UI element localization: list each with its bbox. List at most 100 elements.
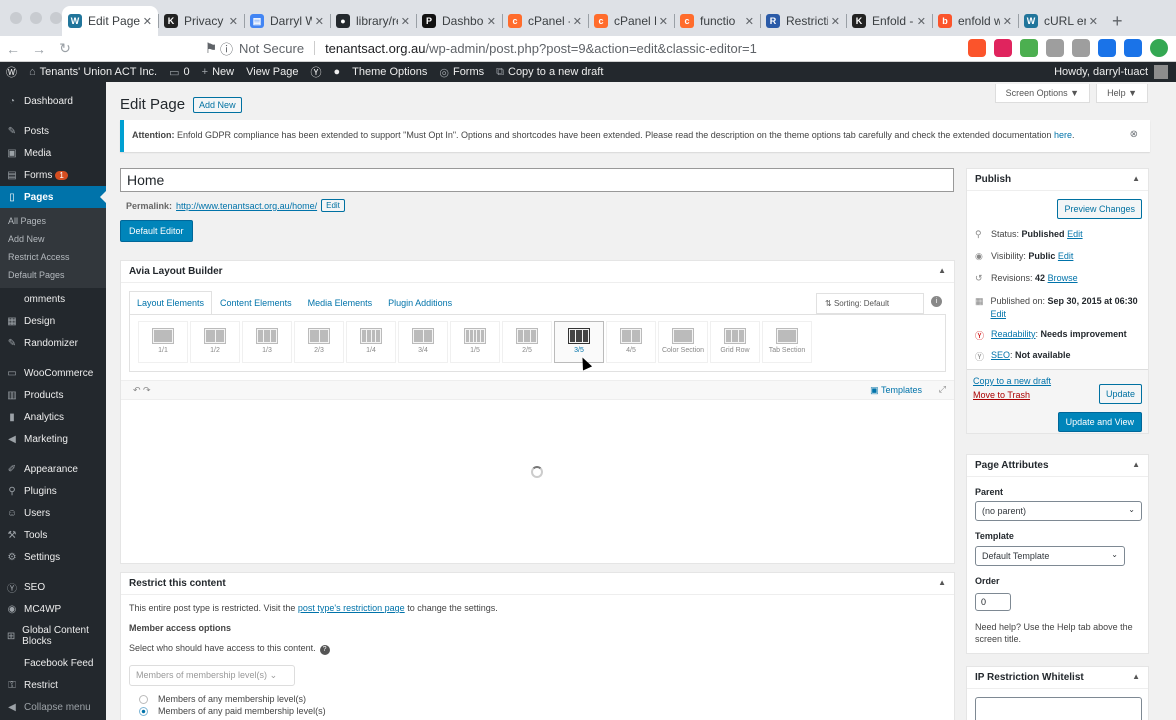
sidebar-item-analytics[interactable]: ▮ Analytics bbox=[0, 406, 106, 428]
publish-header[interactable]: Publish ▲ bbox=[967, 169, 1148, 191]
layout-element[interactable]: 3/5 bbox=[554, 321, 604, 363]
sorting-dropdown[interactable]: ⇅ Sorting: Default bbox=[816, 293, 924, 314]
sidebar-item-posts[interactable]: ✎ Posts bbox=[0, 120, 106, 142]
permalink-url[interactable]: http://www.tenantsact.org.au/home/ bbox=[176, 201, 317, 211]
edit-visibility-link[interactable]: Edit bbox=[1058, 251, 1074, 261]
browser-tab[interactable]: b enfold w ✕ bbox=[932, 6, 1018, 36]
tab-layout-elements[interactable]: Layout Elements bbox=[129, 291, 213, 315]
sidebar-item-facebook-feed[interactable]: Facebook Feed bbox=[0, 652, 106, 674]
sidebar-item-tools[interactable]: ⚒ Tools bbox=[0, 524, 106, 546]
layout-element[interactable]: 2/3 bbox=[294, 321, 344, 363]
sidebar-item-restrict[interactable]: ⚿ Restrict bbox=[0, 674, 106, 696]
sidebar-item-plugins[interactable]: ⚲ Plugins bbox=[0, 480, 106, 502]
extension-icon[interactable] bbox=[1046, 39, 1064, 57]
profile-icon[interactable] bbox=[1150, 39, 1168, 57]
browser-tab[interactable]: K Privacy &✕ bbox=[158, 6, 244, 36]
back-icon[interactable]: ← bbox=[0, 41, 26, 57]
browser-tab[interactable]: K Enfold - ✕ bbox=[846, 6, 932, 36]
tab-content-elements[interactable]: Content Elements bbox=[212, 291, 300, 315]
collapse-toggle-icon[interactable]: ▲ bbox=[1132, 460, 1140, 469]
restriction-page-link[interactable]: post type's restriction page bbox=[298, 603, 405, 613]
sidebar-item-woocommerce[interactable]: ▭ WooCommerce bbox=[0, 362, 106, 384]
browser-tab[interactable]: ▤ Darryl W ✕ bbox=[244, 6, 330, 36]
close-tab-icon[interactable]: ✕ bbox=[659, 15, 668, 28]
browser-tab[interactable]: P Dashboa✕ bbox=[416, 6, 502, 36]
close-tab-icon[interactable]: ✕ bbox=[745, 15, 754, 28]
download-icon[interactable] bbox=[1098, 39, 1116, 57]
post-title-input[interactable]: Home bbox=[120, 168, 954, 192]
sidebar-item-pages[interactable]: ▯ Pages bbox=[0, 186, 106, 208]
dismiss-icon[interactable]: ⊗ bbox=[1130, 129, 1138, 140]
theme-options-link[interactable]: Theme Options bbox=[346, 66, 433, 78]
new-content-link[interactable]: + New bbox=[196, 66, 240, 78]
notice-link[interactable]: here bbox=[1054, 130, 1072, 140]
collapse-toggle-icon[interactable]: ▲ bbox=[1132, 672, 1140, 681]
site-name-link[interactable]: ⌂ Tenants' Union ACT Inc. bbox=[23, 66, 163, 78]
collapse-toggle-icon[interactable]: ▲ bbox=[938, 266, 946, 275]
template-select[interactable]: Default Template ⌄ bbox=[975, 546, 1125, 566]
brave-rewards-icon[interactable] bbox=[994, 39, 1012, 57]
sidebar-item-seo[interactable]: Ⓨ SEO bbox=[0, 576, 106, 598]
collapse-toggle-icon[interactable]: ▲ bbox=[938, 578, 946, 587]
layout-element[interactable]: 1/1 bbox=[138, 321, 188, 363]
browser-tab[interactable]: WcURL err✕ bbox=[1018, 6, 1104, 36]
browser-tab[interactable]: R Restricti ✕ bbox=[760, 6, 846, 36]
layout-element[interactable]: Tab Section bbox=[762, 321, 812, 363]
address-bar[interactable]: ⓘ Not Secure tenantsact.org.au/wp-admin/… bbox=[220, 37, 880, 59]
layout-element[interactable]: 3/4 bbox=[398, 321, 448, 363]
sidebar-item-comments[interactable]: omments bbox=[0, 288, 106, 310]
parent-select[interactable]: (no parent) ⌄ bbox=[975, 501, 1142, 521]
close-tab-icon[interactable]: ✕ bbox=[573, 15, 582, 28]
ip-whitelist-textarea[interactable] bbox=[975, 697, 1142, 720]
restrict-header[interactable]: Restrict this content ▲ bbox=[121, 573, 954, 595]
browse-revisions-link[interactable]: Browse bbox=[1048, 273, 1078, 283]
layout-element[interactable]: 2/5 bbox=[502, 321, 552, 363]
update-and-view-button[interactable]: Update and View bbox=[1057, 412, 1142, 432]
new-tab-button[interactable]: + bbox=[1112, 6, 1123, 36]
submenu-add-new[interactable]: Add New bbox=[0, 230, 106, 248]
copy-draft-link[interactable]: ⧉ Copy to a new draft bbox=[490, 66, 609, 79]
layout-element[interactable]: 1/2 bbox=[190, 321, 240, 363]
submenu-restrict-access[interactable]: Restrict Access bbox=[0, 248, 106, 266]
collapse-menu[interactable]: ◀ Collapse menu bbox=[0, 696, 106, 718]
radio-button[interactable] bbox=[139, 706, 148, 716]
seo-link[interactable]: SEO bbox=[991, 350, 1010, 360]
sidebar-item-media[interactable]: ▣ Media bbox=[0, 142, 106, 164]
yoast-icon[interactable]: Ⓨ bbox=[305, 64, 328, 80]
info-icon[interactable]: i bbox=[931, 296, 942, 307]
fullscreen-icon[interactable]: ⤢ bbox=[939, 384, 946, 395]
update-button[interactable]: Update bbox=[1098, 384, 1142, 404]
sidebar-item-settings[interactable]: ⚙ Settings bbox=[0, 546, 106, 568]
tab-plugin-additions[interactable]: Plugin Additions bbox=[380, 291, 460, 315]
sidebar-item-dashboard[interactable]: ◔ Dashboard bbox=[0, 90, 106, 112]
default-editor-button[interactable]: Default Editor bbox=[120, 220, 193, 242]
wordpress-logo-icon[interactable]: Ⓦ bbox=[0, 64, 23, 80]
account-menu[interactable]: Howdy, darryl-tuact bbox=[1054, 65, 1168, 79]
close-tab-icon[interactable]: ✕ bbox=[487, 15, 496, 28]
browser-tab[interactable]: c cPanel - ✕ bbox=[502, 6, 588, 36]
browser-tab[interactable]: c cPanel F✕ bbox=[588, 6, 674, 36]
member-access-select[interactable]: Members of membership level(s) ⌄ bbox=[129, 665, 295, 686]
screen-options-button[interactable]: Screen Options ▼ bbox=[994, 84, 1091, 103]
templates-button[interactable]: ▣ Templates bbox=[870, 385, 922, 396]
sidebar-item-design[interactable]: ▦ Design bbox=[0, 310, 106, 332]
browser-tab[interactable]: ● library/re✕ bbox=[330, 6, 416, 36]
layout-element[interactable]: Grid Row bbox=[710, 321, 760, 363]
reload-icon[interactable]: ↻ bbox=[52, 40, 78, 57]
extension-icon[interactable] bbox=[1072, 39, 1090, 57]
layout-element[interactable]: 1/3 bbox=[242, 321, 292, 363]
close-tab-icon[interactable]: ✕ bbox=[229, 15, 238, 28]
close-tab-icon[interactable]: ✕ bbox=[1003, 15, 1012, 28]
submenu-all-pages[interactable]: All Pages bbox=[0, 212, 106, 230]
copy-draft-link[interactable]: Copy to a new draft bbox=[973, 376, 1051, 386]
close-tab-icon[interactable]: ✕ bbox=[315, 15, 324, 28]
browser-tab[interactable]: c functio ✕ bbox=[674, 6, 760, 36]
close-tab-icon[interactable]: ✕ bbox=[831, 15, 840, 28]
avia-header[interactable]: Avia Layout Builder ▲ bbox=[121, 261, 954, 283]
window-controls[interactable] bbox=[10, 12, 62, 24]
layout-element[interactable]: 1/5 bbox=[450, 321, 500, 363]
forward-icon[interactable]: → bbox=[26, 41, 52, 57]
sidebar-item-forms[interactable]: ▤ Forms 1 bbox=[0, 164, 106, 186]
close-tab-icon[interactable]: ✕ bbox=[917, 15, 926, 28]
info-icon[interactable]: ⓘ bbox=[220, 39, 233, 58]
